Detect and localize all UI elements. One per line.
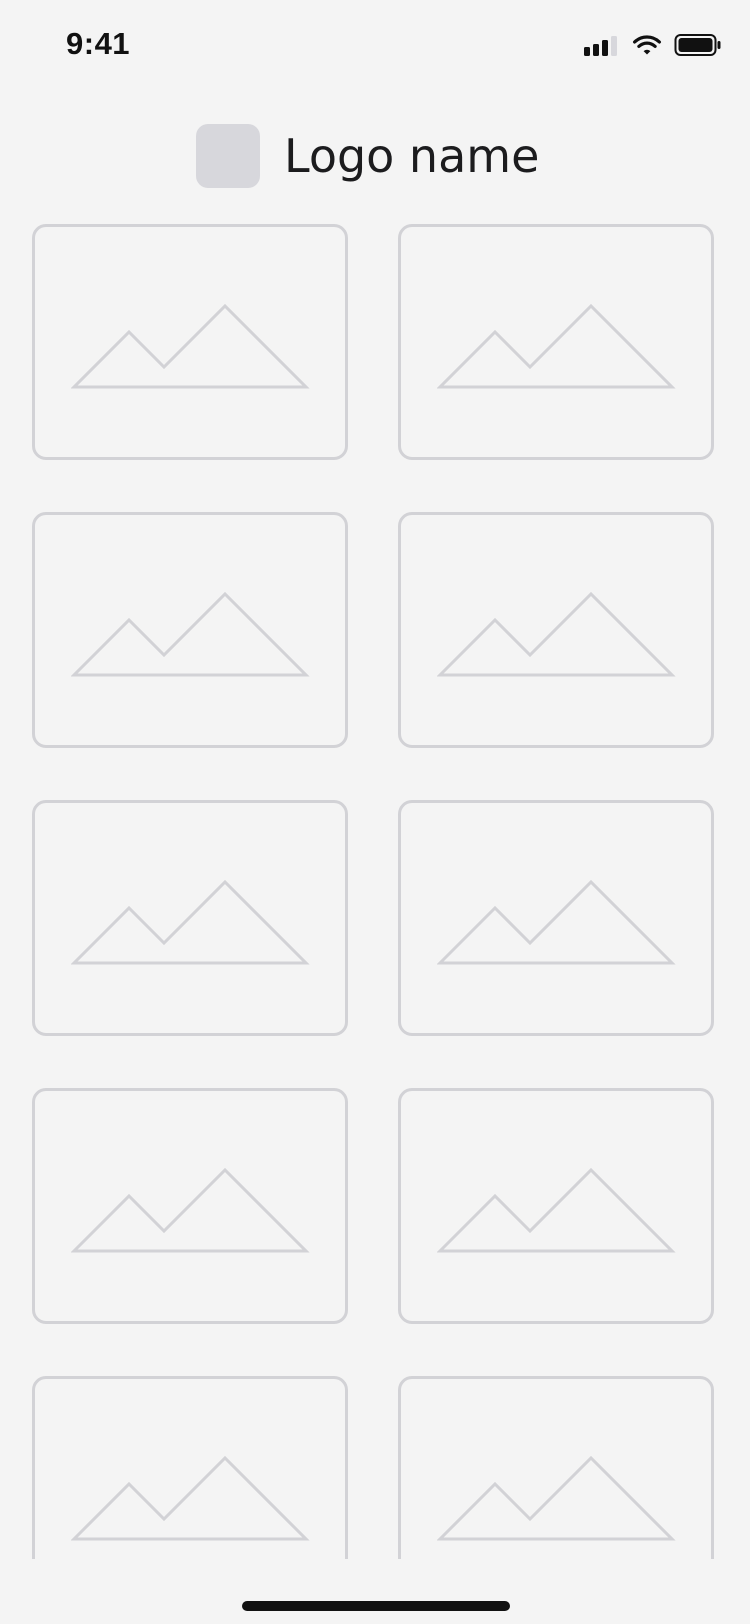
status-time: 9:41: [66, 26, 131, 61]
status-icons: [584, 33, 722, 62]
image-placeholder-icon: [71, 591, 310, 677]
image-placeholder-icon: [71, 1455, 310, 1541]
image-placeholder-icon: [71, 879, 310, 965]
status-bar: 9:41: [0, 0, 750, 92]
image-placeholder-icon: [437, 1455, 676, 1541]
grid-item[interactable]: [32, 1376, 348, 1559]
grid-item[interactable]: [32, 1088, 348, 1324]
image-placeholder-icon: [437, 303, 676, 389]
signal-bars-icon: [584, 34, 620, 61]
grid-item[interactable]: [32, 224, 348, 460]
image-placeholder-icon: [437, 591, 676, 677]
grid-item[interactable]: [398, 224, 714, 460]
image-placeholder-icon: [71, 303, 310, 389]
home-indicator[interactable]: [242, 1601, 510, 1611]
grid-item[interactable]: [398, 512, 714, 748]
image-placeholder-icon: [71, 1167, 310, 1253]
grid-item[interactable]: [32, 512, 348, 748]
wifi-icon: [632, 34, 662, 61]
image-grid: [32, 224, 718, 1559]
image-placeholder-icon: [437, 1167, 676, 1253]
image-placeholder-icon: [437, 879, 676, 965]
grid-item[interactable]: [398, 800, 714, 1036]
grid-item[interactable]: [32, 800, 348, 1036]
battery-icon: [674, 33, 722, 62]
logo-placeholder-icon: [196, 124, 260, 188]
grid-item[interactable]: [398, 1088, 714, 1324]
grid-item[interactable]: [398, 1376, 714, 1559]
logo-name: Logo name: [284, 129, 540, 183]
header: Logo name: [0, 120, 750, 190]
